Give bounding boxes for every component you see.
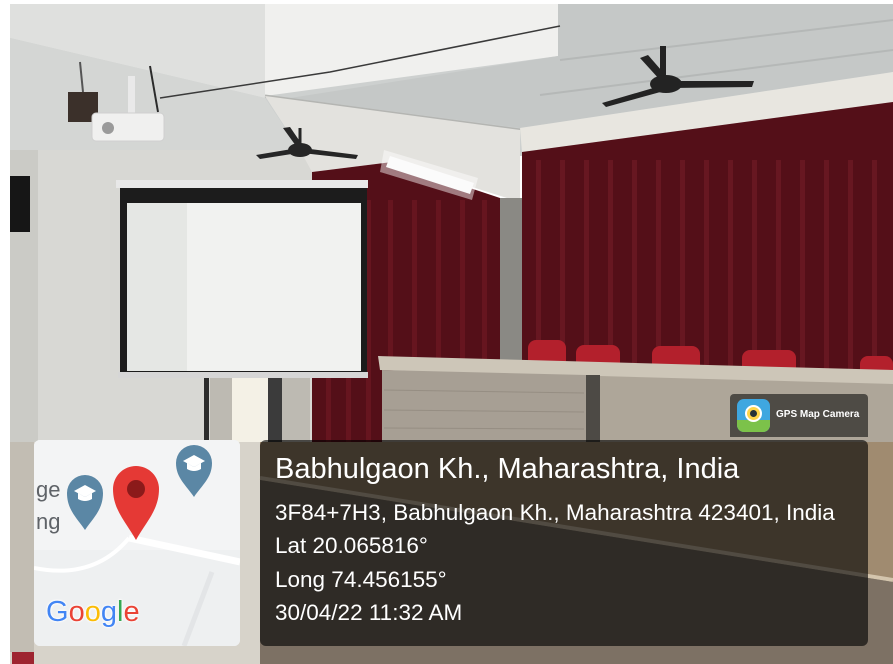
app-badge-label: GPS Map Camera [776, 409, 860, 420]
pillar [500, 198, 522, 360]
google-logo-letter: e [123, 596, 140, 628]
projector-mount [128, 76, 135, 116]
fan-blade [672, 81, 754, 88]
google-logo-letter: G [46, 596, 69, 628]
map-thumbnail: ge ng Google [34, 440, 240, 646]
longitude-text: Long 74.456155° [275, 567, 447, 592]
app-badge: GPS Map Camera [730, 394, 868, 437]
fan-motor [288, 143, 312, 157]
wall-tv [10, 176, 30, 232]
curtain-fold [824, 160, 829, 392]
latitude-text: Lat 20.065816° [275, 533, 428, 558]
google-logo: Google [46, 595, 140, 629]
location-info-panel: Babhulgaon Kh., Maharashtra, India 3F84+… [260, 440, 868, 646]
screen-stand [204, 378, 209, 442]
screen-bottom-bar [118, 372, 368, 378]
curtain-fold [848, 160, 853, 392]
curtain-fold [632, 160, 637, 392]
curtain-fold [704, 160, 709, 392]
gps-map-camera-app-icon [737, 399, 770, 432]
timestamp-text: 30/04/22 11:32 AM [275, 600, 463, 625]
map-label-fragment: ng [36, 509, 61, 534]
app-icon-lens-core [750, 410, 757, 417]
map-label-fragment: ge [36, 477, 61, 502]
screen-shade [127, 203, 187, 371]
desk-gap [586, 375, 600, 442]
red-object [12, 652, 34, 664]
pin-center [127, 480, 145, 498]
left-edge-object [10, 442, 34, 652]
google-logo-letter: o [68, 596, 85, 628]
curtain-fold [728, 160, 733, 392]
curtain-fold [800, 160, 805, 392]
google-logo-letter: o [84, 596, 101, 628]
doorway-light [232, 378, 270, 442]
fan-motor [650, 75, 682, 93]
screen-casing [116, 180, 368, 188]
location-address: 3F84+7H3, Babhulgaon Kh., Maharashtra 42… [275, 500, 835, 525]
desk-front-left [382, 370, 586, 442]
door-post [268, 378, 282, 442]
google-logo-letter: g [100, 596, 117, 628]
projector-lens [102, 122, 114, 134]
location-title: Babhulgaon Kh., Maharashtra, India [275, 453, 740, 485]
